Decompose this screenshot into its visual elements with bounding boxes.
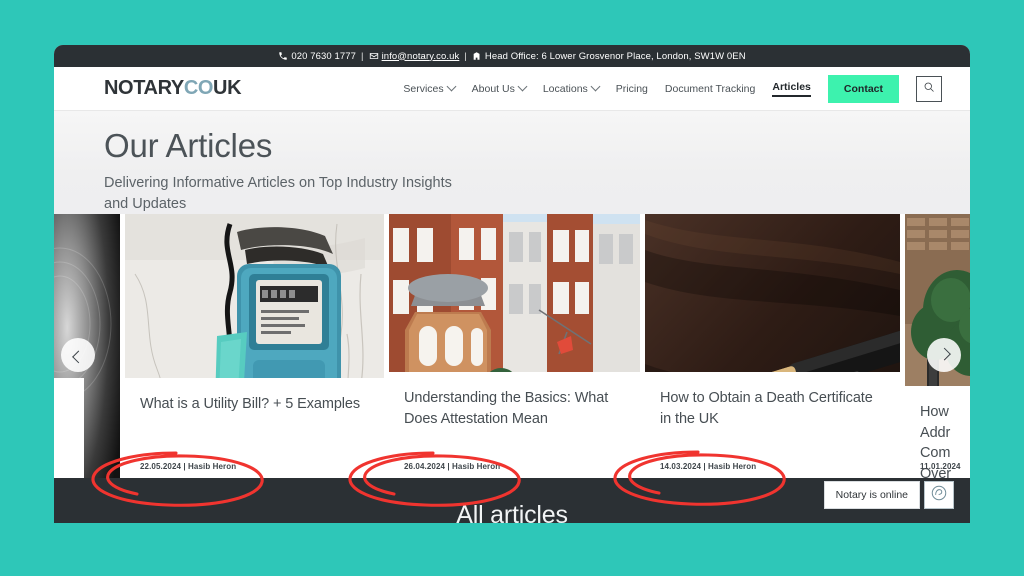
email-link[interactable]: info@notary.co.uk: [382, 51, 460, 62]
carousel-next-button[interactable]: [927, 338, 961, 372]
office-block: Head Office: 6 Lower Grosvenor Place, Lo…: [472, 51, 746, 62]
article-meta: 22.05.2024 | Hasib Heron: [140, 462, 237, 471]
page-title: Our Articles: [104, 127, 273, 164]
page-subtitle: Delivering Informative Articles on Top I…: [104, 174, 452, 212]
nav-label-locations: Locations: [542, 82, 588, 95]
search-button[interactable]: [916, 75, 942, 102]
browser-window: 020 7630 1777 | info@notary.co.uk | Head…: [54, 45, 970, 523]
separator-1: |: [361, 50, 364, 62]
carousel-prev-button[interactable]: [61, 338, 95, 372]
chevron-left-icon: [71, 350, 85, 363]
article-panel: How Addr Com Over 11.01.2024: [905, 386, 970, 484]
articles-carousel: What is a Utility Bill? + 5 Examples 22.…: [54, 214, 970, 484]
logo-part-3: UK: [213, 77, 242, 99]
envelope-icon: [369, 51, 379, 61]
page-background: 020 7630 1777 | info@notary.co.uk | Head…: [0, 0, 1024, 576]
phone-number: 020 7630 1777: [291, 50, 357, 62]
nav-item-about-us[interactable]: About Us: [471, 81, 528, 95]
article-panel: Understanding the Basics: What Does Atte…: [389, 372, 640, 484]
main-navigation: Services About Us Locations Pricing Docu…: [403, 74, 942, 103]
contact-button[interactable]: Contact: [827, 74, 899, 103]
nav-item-services[interactable]: Services: [403, 81, 457, 95]
chat-widget: Notary is online: [823, 481, 954, 509]
nav-item-document-tracking[interactable]: Document Tracking: [665, 83, 755, 95]
chevron-down-icon: [446, 81, 457, 92]
article-meta: 11.01.2024: [920, 462, 961, 471]
nav-item-locations[interactable]: Locations: [542, 81, 601, 95]
logo[interactable]: NOTARYCOUK: [104, 77, 242, 100]
article-title: What is a Utility Bill? + 5 Examples: [140, 396, 361, 412]
hero-section: Our Articles Delivering Informative Arti…: [54, 111, 970, 214]
headset-icon: [930, 484, 948, 507]
site-header: NOTARYCOUK Services About Us Locations P…: [54, 67, 970, 111]
search-icon: [923, 81, 935, 96]
article-title: How Addr Com Over: [920, 404, 952, 482]
phone-block: 020 7630 1777: [278, 51, 356, 62]
chevron-down-icon: [517, 81, 528, 92]
email-block: info@notary.co.uk: [369, 51, 460, 62]
logo-part-1: NOTARY: [104, 77, 184, 99]
top-contact-bar: 020 7630 1777 | info@notary.co.uk | Head…: [54, 45, 970, 67]
article-panel: What is a Utility Bill? + 5 Examples 22.…: [125, 378, 384, 484]
nav-label-services: Services: [403, 82, 444, 95]
nav-item-articles[interactable]: Articles: [772, 81, 811, 97]
article-panel: How to Obtain a Death Certificate in the…: [645, 372, 900, 484]
chevron-right-icon: [937, 347, 951, 360]
building-icon: [472, 51, 482, 61]
article-panel-partial-left: [54, 378, 84, 484]
carousel-track: What is a Utility Bill? + 5 Examples 22.…: [54, 214, 970, 484]
office-address: Head Office: 6 Lower Grosvenor Place, Lo…: [484, 50, 746, 62]
article-card[interactable]: Understanding the Basics: What Does Atte…: [389, 214, 640, 484]
nav-item-pricing[interactable]: Pricing: [616, 83, 648, 95]
logo-part-2: CO: [183, 77, 214, 99]
article-card[interactable]: What is a Utility Bill? + 5 Examples 22.…: [125, 214, 384, 484]
article-title: Understanding the Basics: What Does Atte…: [404, 390, 609, 427]
article-meta: 14.03.2024 | Hasib Heron: [660, 462, 757, 471]
chevron-down-icon: [590, 81, 601, 92]
phone-icon: [278, 51, 288, 61]
separator-2: |: [464, 50, 467, 62]
article-card[interactable]: How to Obtain a Death Certificate in the…: [645, 214, 900, 484]
chat-launcher-button[interactable]: [924, 481, 954, 509]
article-meta: 26.04.2024 | Hasib Heron: [404, 462, 501, 471]
article-title: How to Obtain a Death Certificate in the…: [660, 390, 873, 427]
chat-status-label[interactable]: Notary is online: [823, 481, 920, 509]
nav-label-about-us: About Us: [471, 82, 515, 95]
